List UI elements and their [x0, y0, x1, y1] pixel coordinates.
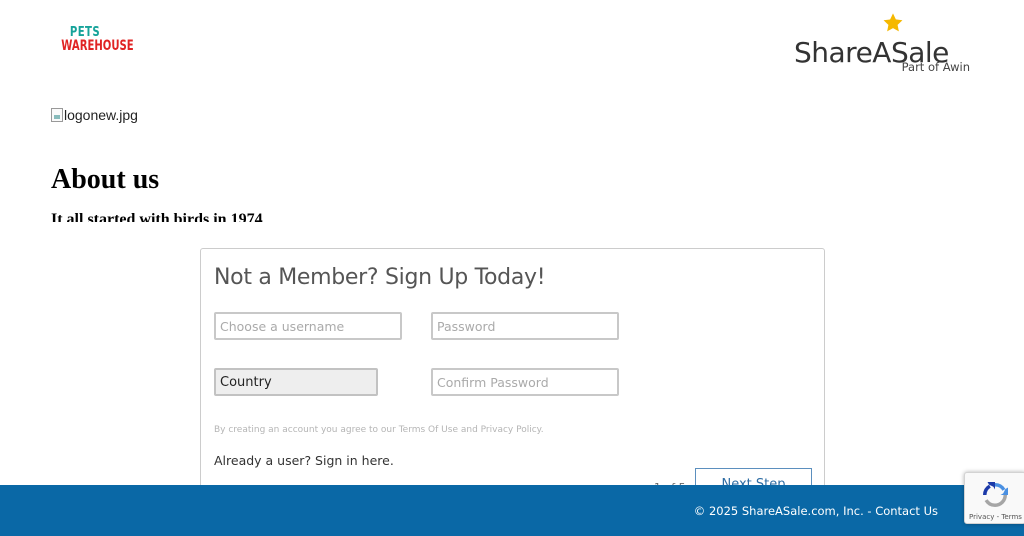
recaptcha-badge[interactable]: Privacy - Terms — [964, 472, 1024, 524]
recaptcha-links[interactable]: Privacy - Terms — [969, 513, 1022, 521]
signup-card: Not a Member? Sign Up Today! Country By … — [200, 248, 825, 508]
recaptcha-icon — [983, 482, 1008, 507]
shareasale-logo[interactable]: ShareASale Part of Awin — [794, 12, 974, 76]
about-subtitle-clip: It all started with birds in 1974 — [51, 208, 451, 222]
merchant-logo-line2: WAREHOUSE — [61, 38, 134, 54]
brand-subtitle: Part of Awin — [901, 60, 970, 74]
username-input[interactable] — [214, 312, 402, 340]
footer: © 2025 ShareASale.com, Inc. - Contact Us — [0, 485, 1024, 536]
country-select-value: Country — [220, 374, 272, 390]
signup-title: Not a Member? Sign Up Today! — [214, 265, 546, 290]
broken-image: logonew.jpg — [51, 106, 138, 124]
broken-image-icon — [51, 108, 63, 122]
broken-image-alt: logonew.jpg — [64, 107, 138, 123]
terms-text[interactable]: By creating an account you agree to our … — [214, 425, 544, 435]
star-icon — [883, 13, 903, 32]
footer-text[interactable]: © 2025 ShareASale.com, Inc. - Contact Us — [694, 504, 938, 518]
about-title: About us — [51, 164, 160, 195]
confirm-password-input[interactable] — [431, 368, 619, 396]
country-select[interactable]: Country — [214, 368, 378, 396]
password-input[interactable] — [431, 312, 619, 340]
about-subtitle: It all started with birds in 1974 — [51, 211, 263, 222]
merchant-logo: PETS WAREHOUSE — [52, 26, 134, 54]
sign-in-link[interactable]: Already a user? Sign in here. — [214, 453, 394, 468]
